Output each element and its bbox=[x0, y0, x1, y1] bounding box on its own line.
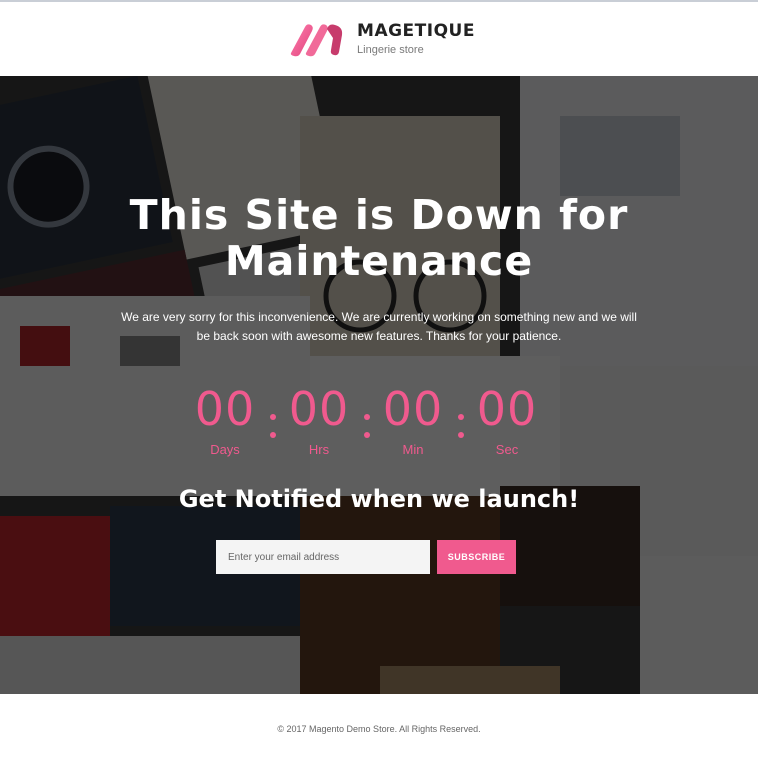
countdown-separator bbox=[270, 408, 276, 438]
email-input[interactable] bbox=[216, 540, 430, 574]
description-line-2: be back soon with awesome new features. … bbox=[196, 329, 562, 343]
countdown-days-label: Days bbox=[210, 442, 240, 457]
countdown-days: 00 Days bbox=[190, 382, 260, 457]
site-footer: © 2017 Magento Demo Store. All Rights Re… bbox=[0, 694, 758, 764]
countdown-timer: 00 Days 00 Hrs 00 Min 00 Sec bbox=[190, 382, 570, 462]
site-header: MAGETIQUE Lingerie store bbox=[0, 2, 758, 76]
description-line-1: We are very sorry for this inconvenience… bbox=[121, 310, 637, 324]
countdown-separator bbox=[458, 408, 464, 438]
countdown-minutes: 00 Min bbox=[378, 382, 448, 457]
maintenance-hero: This Site is Down for Maintenance We are… bbox=[0, 76, 758, 694]
countdown-hours-label: Hrs bbox=[308, 442, 330, 457]
subscribe-button[interactable]: SUBSCRIBE bbox=[437, 540, 516, 574]
copyright-text: © 2017 Magento Demo Store. All Rights Re… bbox=[277, 724, 481, 734]
countdown-days-value: 00 bbox=[194, 382, 256, 436]
title-line-2: Maintenance bbox=[224, 237, 534, 285]
countdown-seconds: 00 Sec bbox=[472, 382, 542, 457]
countdown-hours: 00 Hrs bbox=[284, 382, 354, 457]
countdown-hours-value: 00 bbox=[288, 382, 350, 436]
countdown-seconds-value: 00 bbox=[476, 382, 538, 436]
magetique-logo-icon bbox=[290, 24, 343, 57]
title-line-1: This Site is Down for bbox=[129, 191, 629, 239]
notify-heading: Get Notified when we launch! bbox=[178, 485, 580, 513]
brand-text: MAGETIQUE Lingerie store bbox=[357, 21, 475, 57]
brand-name: MAGETIQUE bbox=[357, 21, 475, 41]
logo[interactable]: MAGETIQUE Lingerie store bbox=[289, 21, 475, 57]
countdown-seconds-label: Sec bbox=[495, 442, 519, 457]
countdown-minutes-label: Min bbox=[402, 442, 424, 457]
newsletter-form: SUBSCRIBE bbox=[216, 540, 516, 574]
brand-tagline: Lingerie store bbox=[357, 44, 424, 56]
countdown-minutes-value: 00 bbox=[382, 382, 444, 436]
hero-content: This Site is Down for Maintenance We are… bbox=[0, 76, 758, 694]
countdown-separator bbox=[364, 408, 370, 438]
page-title: This Site is Down for Maintenance bbox=[60, 192, 698, 284]
maintenance-description: We are very sorry for this inconvenience… bbox=[100, 308, 658, 346]
